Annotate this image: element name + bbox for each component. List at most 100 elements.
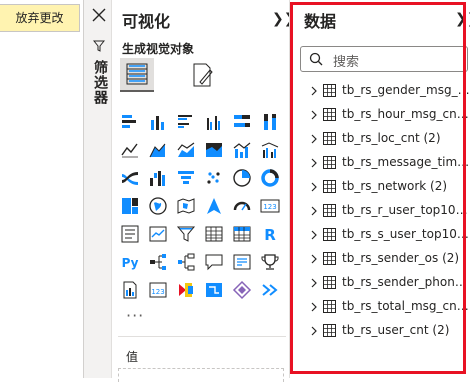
table-name: tb_rs_sender_phone (2) (342, 275, 470, 289)
funnel-chart-icon[interactable] (176, 168, 196, 188)
filled-map-icon[interactable] (176, 196, 196, 216)
filters-pane: 筛选器 (83, 0, 112, 378)
more-visuals-button[interactable]: ··· (126, 306, 144, 325)
matrix-icon[interactable] (232, 224, 252, 244)
clustered-column-chart-icon[interactable] (204, 112, 224, 132)
table-name: tb_rs_message_time (2) (342, 155, 470, 169)
table-icon[interactable] (204, 224, 224, 244)
build-visual-tab[interactable] (120, 58, 154, 92)
line-and-column-chart-icon[interactable] (232, 140, 252, 160)
chevron-right-icon[interactable] (310, 85, 318, 97)
r-script-visual-icon[interactable]: R (260, 224, 280, 244)
filters-label[interactable]: 筛选器 (90, 60, 110, 105)
collapse-data-icon[interactable]: ❯❯ (455, 11, 470, 27)
paginated-report-icon[interactable] (120, 280, 140, 300)
search-input[interactable]: 搜索 (300, 46, 468, 72)
values-label: 值 (126, 350, 139, 364)
100-percent-area-chart-icon[interactable] (204, 140, 224, 160)
decomposition-tree-icon[interactable] (176, 252, 196, 272)
100-percent-column-chart-icon[interactable] (260, 112, 280, 132)
treemap-icon[interactable] (120, 196, 140, 216)
table-name: tb_rs_total_msg_cnt (2) (342, 299, 470, 313)
discard-changes-button[interactable]: 放弃更改 (0, 4, 80, 32)
search-placeholder: 搜索 (333, 55, 360, 70)
chevron-right-icon[interactable] (310, 133, 318, 145)
scatter-chart-icon[interactable] (204, 168, 224, 188)
line-chart-icon[interactable] (120, 140, 140, 160)
table-row[interactable]: tb_rs_hour_msg_cnt (2) (290, 104, 470, 126)
table-row[interactable]: tb_rs_total_msg_cnt (2) (290, 296, 470, 318)
chevron-right-icon[interactable] (310, 325, 318, 337)
azure-map-icon[interactable] (204, 196, 224, 216)
line-and-clustered-column-icon[interactable] (260, 140, 280, 160)
slicer-icon[interactable] (176, 224, 196, 244)
kpi-icon[interactable] (148, 224, 168, 244)
table-row[interactable]: tb_rs_sender_os (2) (290, 248, 470, 270)
gauge-icon[interactable] (232, 196, 252, 216)
paintbrush-page-icon (193, 63, 213, 87)
table-row[interactable]: tb_rs_sender_phone (2) (290, 272, 470, 294)
data-title: 数据 (304, 12, 337, 31)
close-icon[interactable] (90, 6, 108, 24)
svg-text:Py: Py (122, 256, 139, 270)
table-row[interactable]: tb_rs_user_cnt (2) (290, 320, 470, 342)
table-icon (323, 204, 336, 217)
map-globe-icon[interactable] (148, 196, 168, 216)
diamond-flow-icon[interactable] (232, 280, 252, 300)
table-name: tb_rs_network (2) (342, 179, 448, 193)
chevron-right-icon[interactable] (310, 253, 318, 265)
trophy-icon[interactable] (260, 252, 280, 272)
table-icon (323, 324, 336, 337)
table-icon (323, 180, 336, 193)
table-row[interactable]: tb_rs_loc_cnt (2) (290, 128, 470, 150)
chevron-right-icon[interactable] (310, 157, 318, 169)
table-row[interactable]: tb_rs_gender_msg_cnt... (290, 80, 470, 102)
table-icon (323, 156, 336, 169)
search-icon (309, 52, 323, 66)
table-name: tb_rs_user_cnt (2) (342, 323, 450, 337)
values-drop-zone[interactable] (118, 368, 284, 382)
multi-row-card-icon[interactable] (120, 224, 140, 244)
chevron-right-icon[interactable] (310, 229, 318, 241)
table-name: tb_rs_hour_msg_cnt (2) (342, 107, 470, 121)
table-icon (323, 84, 336, 97)
chevron-right-icon[interactable] (310, 301, 318, 313)
key-influencers-icon[interactable] (148, 252, 168, 272)
svg-text:123: 123 (263, 203, 276, 211)
table-icon (323, 228, 336, 241)
chevron-right-icon[interactable] (310, 109, 318, 121)
table-name: tb_rs_gender_msg_cnt... (342, 83, 470, 97)
stacked-bar-chart-icon[interactable] (120, 112, 140, 132)
python-visual-icon[interactable]: Py (120, 252, 140, 272)
table-row[interactable]: tb_rs_s_user_top10 (2) (290, 224, 470, 246)
table-row[interactable]: tb_rs_network (2) (290, 176, 470, 198)
card-icon[interactable]: 123 (260, 196, 280, 216)
area-chart-icon[interactable] (148, 140, 168, 160)
power-apps-icon[interactable] (176, 280, 196, 300)
table-row[interactable]: tb_rs_r_user_top10 (2) (290, 200, 470, 222)
chevron-right-icon[interactable] (310, 205, 318, 217)
stacked-area-chart-icon[interactable] (176, 140, 196, 160)
pie-chart-icon[interactable] (232, 168, 252, 188)
chevron-right-icon[interactable] (310, 277, 318, 289)
table-icon (323, 300, 336, 313)
table-name: tb_rs_s_user_top10 (2) (342, 227, 470, 241)
table-name: tb_rs_sender_os (2) (342, 251, 460, 265)
ribbon-chart-icon[interactable] (120, 168, 140, 188)
table-icon (323, 132, 336, 145)
funnel-icon[interactable] (93, 40, 105, 52)
100-percent-bar-chart-icon[interactable] (232, 112, 252, 132)
chevron-arrows-icon[interactable] (260, 280, 280, 300)
table-row[interactable]: tb_rs_message_time (2) (290, 152, 470, 174)
waterfall-chart-icon[interactable] (148, 168, 168, 188)
smart-narrative-icon[interactable] (232, 252, 252, 272)
donut-chart-icon[interactable] (260, 168, 280, 188)
clustered-bar-chart-icon[interactable] (176, 112, 196, 132)
qa-speech-bubble-icon[interactable] (204, 252, 224, 272)
metrics-scorecard-icon[interactable]: 123 (148, 280, 168, 300)
power-automate-icon[interactable] (204, 280, 224, 300)
chevron-right-icon[interactable] (310, 181, 318, 193)
stacked-column-chart-icon[interactable] (148, 112, 168, 132)
format-visual-tab[interactable] (186, 58, 220, 92)
divider (118, 336, 286, 337)
